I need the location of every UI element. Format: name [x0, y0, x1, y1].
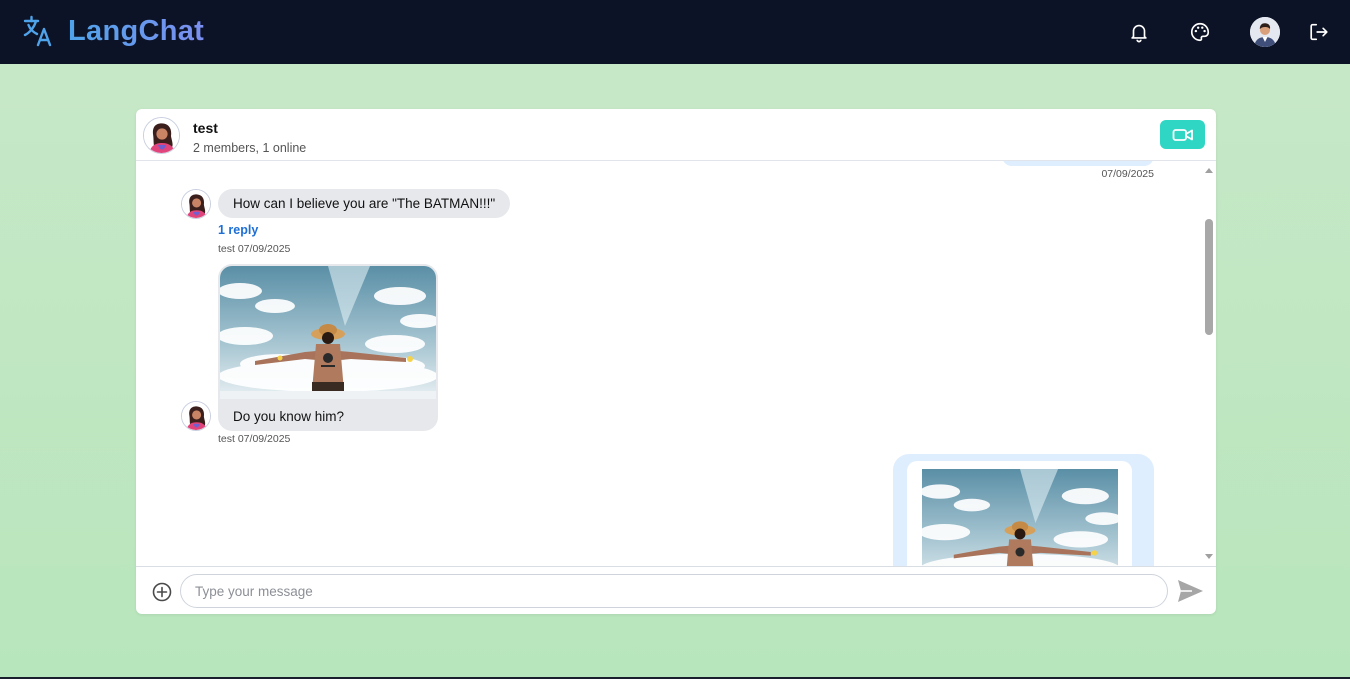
message-input[interactable]: [180, 574, 1168, 608]
notifications-button[interactable]: [1126, 18, 1152, 46]
sender-avatar[interactable]: [181, 189, 211, 219]
message-meta: test 07/09/2025: [218, 433, 291, 445]
attached-image[interactable]: [922, 469, 1118, 566]
message-bubble[interactable]: How can I believe you are "The BATMAN!!!…: [218, 189, 511, 218]
top-navbar: LangChat: [0, 0, 1350, 64]
scroll-down-arrow-icon[interactable]: [1204, 552, 1214, 562]
brand[interactable]: LangChat: [22, 14, 204, 48]
user-avatar-image: [1250, 17, 1280, 47]
attached-image[interactable]: [220, 266, 436, 399]
message-list[interactable]: 07/09/2025 How can I believe you are "Th…: [136, 161, 1216, 566]
add-attachment-icon[interactable]: [151, 581, 173, 603]
channel-name: test: [193, 120, 218, 136]
image-message-bubble[interactable]: Do you know him?: [218, 264, 438, 431]
sender-avatar-image: [182, 402, 210, 430]
message-composer: [136, 566, 1216, 614]
translate-icon: [23, 15, 52, 47]
brand-name: LangChat: [68, 14, 205, 47]
video-camera-icon: [1172, 128, 1193, 141]
palette-icon: [1191, 22, 1210, 42]
scrollbar-thumb[interactable]: [1205, 219, 1213, 335]
channel-member-count: 2 members, 1 online: [193, 141, 307, 155]
sender-avatar[interactable]: [181, 401, 211, 431]
image-caption: Do you know him?: [233, 409, 345, 424]
bell-icon: [1131, 24, 1147, 43]
video-call-button[interactable]: [1160, 120, 1205, 149]
message-meta: test 07/09/2025: [218, 243, 291, 255]
user-avatar[interactable]: [1250, 17, 1280, 47]
previous-message-bubble: [1002, 161, 1154, 166]
chat-window: test 2 members, 1 online 07/09/2025 How …: [136, 109, 1216, 614]
previous-message-timestamp: 07/09/2025: [1101, 168, 1154, 180]
anime-character-image: [220, 266, 436, 399]
outgoing-message-bubble[interactable]: [893, 454, 1154, 566]
scroll-up-arrow-icon[interactable]: [1204, 165, 1214, 175]
anime-character-image: [922, 469, 1118, 566]
theme-button[interactable]: [1187, 18, 1213, 46]
channel-avatar[interactable]: [143, 117, 180, 154]
thread-reply-link[interactable]: 1 reply: [218, 223, 258, 237]
channel-header: test 2 members, 1 online: [136, 109, 1216, 161]
logout-icon: [1310, 23, 1328, 41]
send-icon[interactable]: [1176, 578, 1204, 604]
sender-avatar-image: [182, 190, 210, 218]
logout-button[interactable]: [1306, 18, 1332, 46]
channel-avatar-image: [144, 118, 179, 153]
message-list-scrollbar[interactable]: [1202, 161, 1216, 566]
reply-preview-card: [907, 461, 1132, 566]
